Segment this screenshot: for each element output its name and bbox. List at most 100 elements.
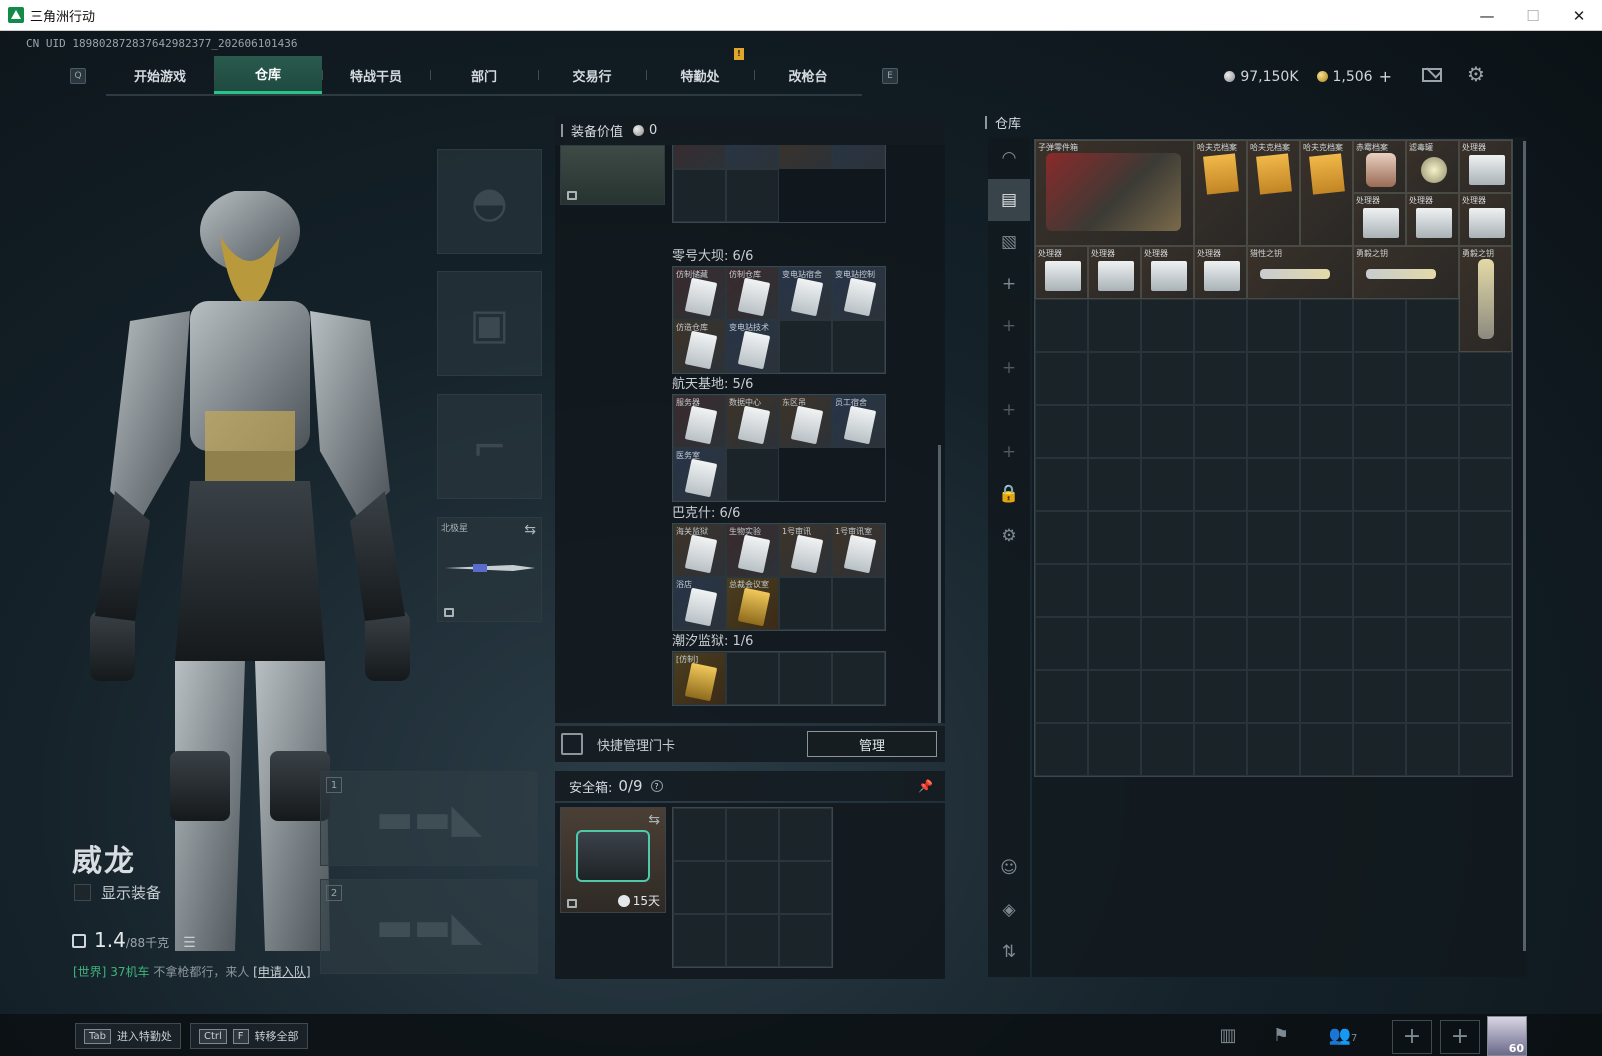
tab-0[interactable]: 开始游戏 — [106, 56, 214, 94]
keycard-cell[interactable] — [832, 320, 885, 373]
warehouse-cell[interactable] — [1194, 299, 1247, 352]
keycard-cell[interactable] — [726, 652, 779, 705]
warehouse-cell[interactable] — [1353, 617, 1406, 670]
keycard-cell[interactable] — [726, 448, 779, 501]
flag-icon[interactable]: ⚑ — [1268, 1024, 1294, 1048]
operator-storage-icon[interactable]: ☺ — [988, 847, 1030, 889]
list-icon[interactable]: ☰ — [183, 935, 197, 951]
layers-icon[interactable]: ◈ — [988, 889, 1030, 931]
warehouse-cell[interactable] — [1088, 617, 1141, 670]
add-storage-icon[interactable]: + — [988, 389, 1030, 431]
tab-2[interactable]: 特战干员 — [322, 56, 430, 94]
tab-5[interactable]: 特勤处! — [646, 48, 754, 94]
warehouse-cell[interactable] — [1141, 352, 1194, 405]
add-teammate-button[interactable]: + — [1392, 1020, 1432, 1054]
warehouse-item[interactable]: 赤霉档案 — [1353, 140, 1406, 193]
warehouse-cell[interactable] — [1194, 617, 1247, 670]
warehouse-cell[interactable] — [1300, 352, 1353, 405]
warehouse-cell[interactable] — [1194, 405, 1247, 458]
warehouse-cell[interactable] — [1194, 670, 1247, 723]
prev-tab-key[interactable]: Q — [70, 68, 86, 84]
add-storage-icon[interactable]: + — [988, 347, 1030, 389]
transfer-all-hint[interactable]: Ctrl F 转移全部 — [190, 1023, 308, 1049]
warehouse-item[interactable]: 处理器 — [1194, 246, 1247, 299]
show-equipment-toggle[interactable]: 显示装备 — [74, 882, 161, 903]
keycard-cell[interactable]: 仿制储藏 — [673, 267, 726, 320]
keycard-cell[interactable]: 员工宿舍 — [832, 395, 885, 448]
keycard-cell[interactable]: 1号审讯室 — [832, 524, 885, 577]
warehouse-cell[interactable] — [1194, 352, 1247, 405]
tab-6[interactable]: 改枪台 — [754, 56, 862, 94]
warehouse-cell[interactable] — [1194, 564, 1247, 617]
show-equipment-checkbox[interactable] — [74, 884, 91, 901]
safe-box-cell[interactable] — [726, 914, 779, 967]
keycard-cell[interactable] — [673, 145, 726, 169]
keycard-cell[interactable] — [779, 652, 832, 705]
warehouse-cell[interactable] — [1247, 405, 1300, 458]
keycard-cell[interactable]: 医务室 — [673, 448, 726, 501]
tab-4[interactable]: 交易行 — [538, 56, 646, 94]
warehouse-item[interactable]: 子弹零件箱 — [1035, 140, 1194, 246]
safe-box-cell[interactable] — [673, 914, 726, 967]
pin-icon[interactable]: 📌 — [918, 779, 933, 793]
warehouse-cell[interactable] — [1194, 458, 1247, 511]
warehouse-cell[interactable] — [1194, 723, 1247, 776]
warehouse-cell[interactable] — [1088, 299, 1141, 352]
keycard-cell[interactable]: [仿制] — [673, 652, 726, 705]
warehouse-cell[interactable] — [1035, 405, 1088, 458]
warehouse-cell[interactable] — [1353, 352, 1406, 405]
warehouse-scrollbar[interactable] — [1523, 141, 1526, 951]
add-teammate-button[interactable]: + — [1440, 1020, 1480, 1054]
safe-box-cell[interactable] — [673, 808, 726, 861]
keycard-cell[interactable] — [779, 145, 832, 169]
warehouse-cell[interactable] — [1300, 511, 1353, 564]
keycard-cell[interactable]: 1号审讯 — [779, 524, 832, 577]
warehouse-cell[interactable] — [1459, 564, 1512, 617]
minimize-button[interactable]: — — [1464, 0, 1510, 31]
warehouse-cell[interactable] — [1194, 511, 1247, 564]
maximize-button[interactable]: ☐ — [1510, 0, 1556, 31]
add-storage-icon[interactable]: + — [988, 263, 1030, 305]
keycard-cell[interactable]: 变电站宿舍 — [779, 267, 832, 320]
keycard-cell[interactable]: 东区吊 — [779, 395, 832, 448]
warehouse-cell[interactable] — [1459, 511, 1512, 564]
lock-icon[interactable]: 🔒 — [988, 473, 1030, 515]
warehouse-item[interactable]: 处理器 — [1459, 193, 1512, 246]
warehouse-cell[interactable] — [1459, 617, 1512, 670]
safe-box-cell[interactable] — [726, 861, 779, 914]
warehouse-cell[interactable] — [1406, 405, 1459, 458]
warehouse-cell[interactable] — [1406, 670, 1459, 723]
warehouse-cell[interactable] — [1300, 723, 1353, 776]
warehouse-item[interactable]: 勇毅之钥 — [1353, 246, 1459, 299]
warehouse-item[interactable]: 哈夫克档案 — [1300, 140, 1353, 246]
safe-box-cell[interactable] — [779, 861, 832, 914]
help-icon[interactable]: ? — [650, 780, 663, 792]
warehouse-cell[interactable] — [1459, 352, 1512, 405]
warehouse-cell[interactable] — [1141, 723, 1194, 776]
warehouse-cell[interactable] — [1247, 299, 1300, 352]
swap-icon[interactable]: ⇆ — [648, 812, 660, 828]
warehouse-cell[interactable] — [1353, 723, 1406, 776]
warehouse-cell[interactable] — [1459, 723, 1512, 776]
warehouse-item[interactable]: 处理器 — [1088, 246, 1141, 299]
warehouse-cell[interactable] — [1088, 458, 1141, 511]
warehouse-cell[interactable] — [1353, 564, 1406, 617]
warehouse-cell[interactable] — [1353, 405, 1406, 458]
primary-weapon-slot-1[interactable]: 1 ▬▬◣ — [320, 771, 538, 866]
warehouse-item[interactable]: 勇毅之钥 — [1459, 246, 1512, 352]
warehouse-cell[interactable] — [1459, 405, 1512, 458]
warehouse-cell[interactable] — [1088, 352, 1141, 405]
warehouse-item[interactable]: 处理器 — [1353, 193, 1406, 246]
warehouse-cell[interactable] — [1300, 617, 1353, 670]
keycard-case-item[interactable] — [560, 145, 665, 205]
warehouse-item[interactable]: 处理器 — [1035, 246, 1088, 299]
warehouse-cell[interactable] — [1035, 511, 1088, 564]
warehouse-item[interactable]: 哈夫克档案 — [1247, 140, 1300, 246]
tab-1[interactable]: 仓库 — [214, 56, 322, 94]
warehouse-cell[interactable] — [1035, 352, 1088, 405]
keycard-cell[interactable]: 服务器 — [673, 395, 726, 448]
warehouse-cell[interactable] — [1141, 617, 1194, 670]
warehouse-cell[interactable] — [1088, 670, 1141, 723]
pistol-slot[interactable]: ⌐ — [437, 394, 542, 499]
warehouse-cell[interactable] — [1247, 670, 1300, 723]
